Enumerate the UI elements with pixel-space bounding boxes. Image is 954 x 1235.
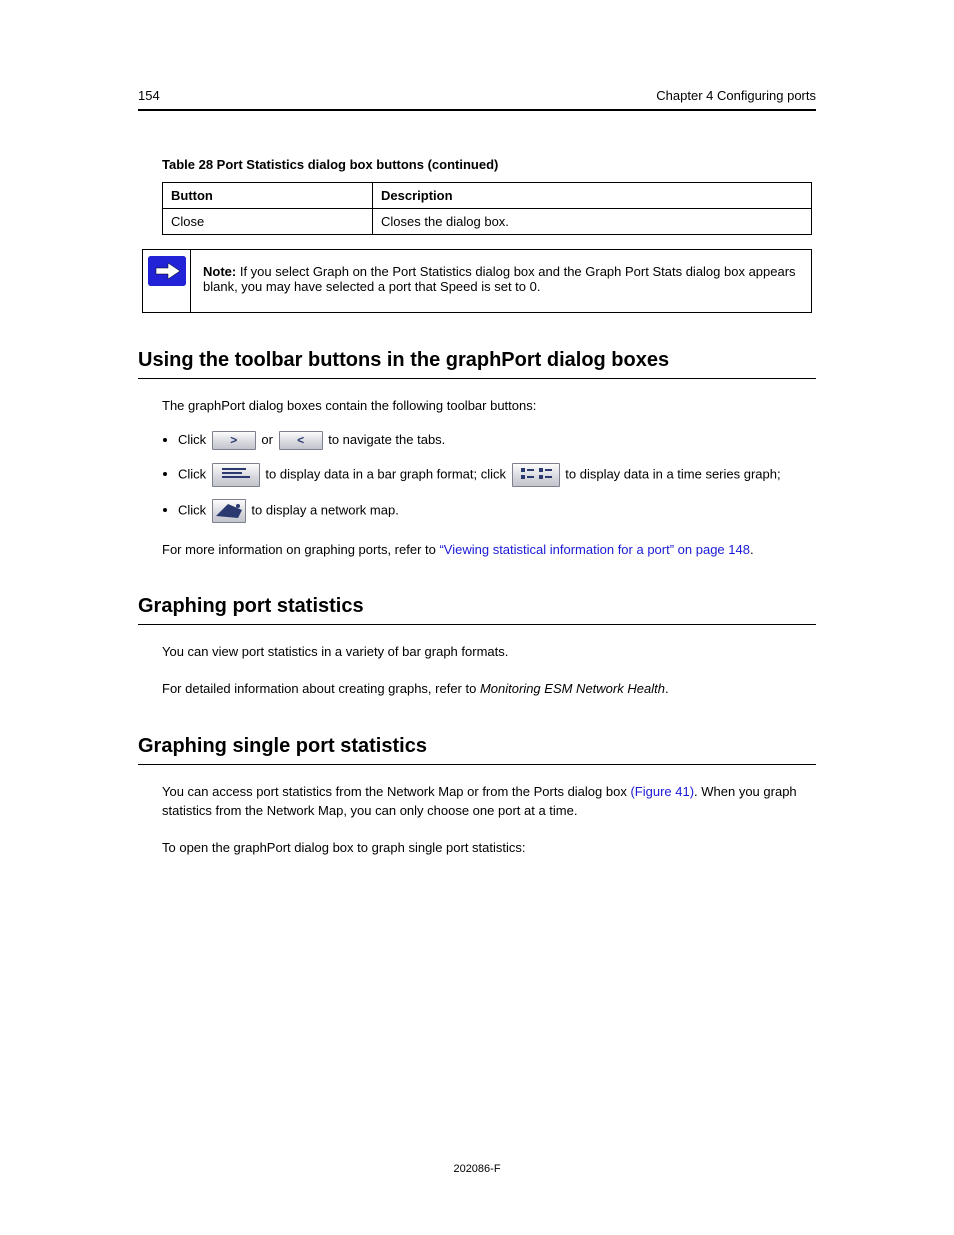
list-item-graph-format: Click to display data in a bar graph for…	[178, 463, 816, 487]
text-fragment: .	[665, 681, 669, 696]
text-fragment: Click	[178, 502, 210, 517]
list-item-navigate: Click > or < to navigate the tabs.	[178, 430, 816, 451]
section-rule	[138, 624, 816, 625]
section-heading-graphing: Graphing port statistics	[138, 595, 816, 618]
header-rule	[138, 109, 816, 111]
cell-description: Closes the dialog box.	[373, 209, 812, 235]
doc-footer: 202086-F	[138, 1163, 816, 1175]
text-fragment: to display a network map.	[251, 502, 398, 517]
text-fragment: to display data in a time series graph;	[565, 466, 780, 481]
network-map-button-icon	[212, 499, 246, 523]
text-fragment: You can access port statistics from the …	[162, 784, 630, 799]
text-fragment: or	[261, 432, 276, 447]
table-row: Close Closes the dialog box.	[163, 209, 812, 235]
table-header-row: Button Description	[163, 183, 812, 209]
graph-p1: You can view port statistics in a variet…	[162, 643, 816, 662]
text-fragment: For more information on graphing ports, …	[162, 542, 439, 557]
section-rule	[138, 764, 816, 765]
figure-ref-link[interactable]: (Figure 41)	[630, 784, 694, 799]
time-series-button-icon	[512, 463, 560, 487]
text-fragment: Click	[178, 432, 210, 447]
cell-button-name: Close	[163, 209, 373, 235]
table-caption: Table 28 Port Statistics dialog box butt…	[162, 157, 816, 172]
note-text: Note: If you select Graph on the Port St…	[191, 250, 811, 312]
text-fragment: to navigate the tabs.	[328, 432, 445, 447]
emphasis: Monitoring ESM Network Health	[480, 681, 665, 696]
note-body: If you select Graph on the Port Statisti…	[203, 264, 796, 294]
graph-p2: For detailed information about creating …	[162, 680, 816, 699]
chapter-title: Chapter 4 Configuring ports	[656, 88, 816, 103]
text-fragment: Click	[178, 466, 210, 481]
arrow-right-icon	[148, 256, 186, 286]
col-header-button: Button	[163, 183, 373, 209]
toolbar-intro: The graphPort dialog boxes contain the f…	[162, 397, 816, 416]
note-box: Note: If you select Graph on the Port St…	[142, 249, 812, 313]
note-icon-cell	[143, 250, 191, 312]
list-item-network-map: Click to display a network map.	[178, 499, 816, 523]
note-label: Note:	[203, 264, 236, 279]
section-heading-toolbar: Using the toolbar buttons in the graphPo…	[138, 349, 816, 372]
single-p1: You can access port statistics from the …	[162, 783, 816, 821]
text-fragment: For detailed information about creating …	[162, 681, 480, 696]
single-p2: To open the graphPort dialog box to grap…	[162, 839, 816, 858]
page-number: 154	[138, 88, 160, 103]
toolbar-outro: For more information on graphing ports, …	[162, 541, 816, 560]
cross-ref-link[interactable]: “Viewing statistical information for a p…	[439, 542, 749, 557]
section-heading-single-port: Graphing single port statistics	[138, 735, 816, 758]
prev-tab-button-icon: <	[279, 431, 323, 450]
toolbar-list: Click > or < to navigate the tabs. Click…	[178, 430, 816, 523]
next-tab-button-icon: >	[212, 431, 256, 450]
text-fragment: .	[750, 542, 754, 557]
col-header-description: Description	[373, 183, 812, 209]
port-statistics-buttons-table: Button Description Close Closes the dial…	[162, 182, 812, 235]
bar-graph-button-icon	[212, 463, 260, 487]
page-header: 154 Chapter 4 Configuring ports	[138, 88, 816, 103]
text-fragment: to display data in a bar graph format; c…	[265, 466, 509, 481]
section-rule	[138, 378, 816, 379]
